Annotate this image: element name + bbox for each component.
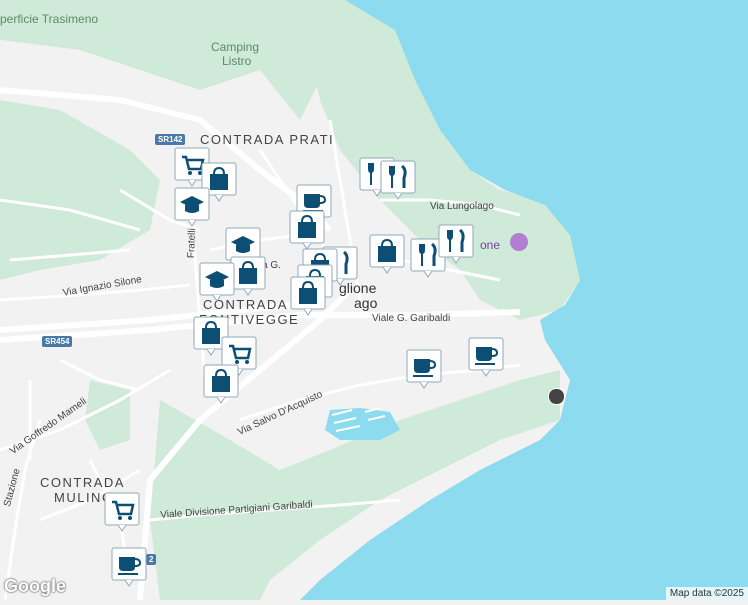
restaurant-marker[interactable] <box>380 160 416 200</box>
area-label: perficie Trasimeno <box>0 12 99 26</box>
google-logo: Google <box>4 576 66 596</box>
camping-label[interactable]: Camping <box>211 40 259 54</box>
cafe-marker[interactable] <box>111 547 147 587</box>
shopping-bag-marker[interactable] <box>230 256 266 296</box>
town-label-2: ago <box>354 295 378 311</box>
street-label-lungolago: Via Lungolago <box>430 201 494 212</box>
harbor-pin-icon[interactable] <box>548 388 565 405</box>
district-label-mulino: CONTRADA <box>40 475 125 490</box>
poi-label[interactable]: one <box>480 238 500 252</box>
cafe-marker[interactable] <box>406 349 442 389</box>
school-marker[interactable] <box>174 187 210 227</box>
harbor-water <box>325 408 400 440</box>
restaurant-marker[interactable] <box>438 224 474 264</box>
camping-label-2[interactable]: Listro <box>222 54 251 68</box>
shopping-bag-marker[interactable] <box>290 276 326 316</box>
shopping-bag-marker[interactable] <box>289 210 325 250</box>
street-label-garibaldi: Viale G. Garibaldi <box>372 313 451 324</box>
route-shield-sr142: SR142 <box>155 134 186 145</box>
district-label-prati: CONTRADA PRATI <box>200 132 335 147</box>
school-marker[interactable] <box>199 262 235 302</box>
route-shield-2: 2 <box>146 554 157 565</box>
street-label-fratelli: Fratelli <box>186 228 199 259</box>
map-canvas[interactable]: perficie Trasimeno Camping Listro CONTRA… <box>0 0 748 601</box>
landmark-pin-icon[interactable] <box>510 233 528 251</box>
supermarket-marker[interactable] <box>104 492 140 532</box>
cafe-marker[interactable] <box>468 337 504 377</box>
map-copyright[interactable]: Map data ©2025 <box>665 587 748 600</box>
shopping-bag-marker[interactable] <box>203 364 239 404</box>
shopping-bag-marker[interactable] <box>369 234 405 274</box>
route-shield-sr454: SR454 <box>42 336 73 347</box>
